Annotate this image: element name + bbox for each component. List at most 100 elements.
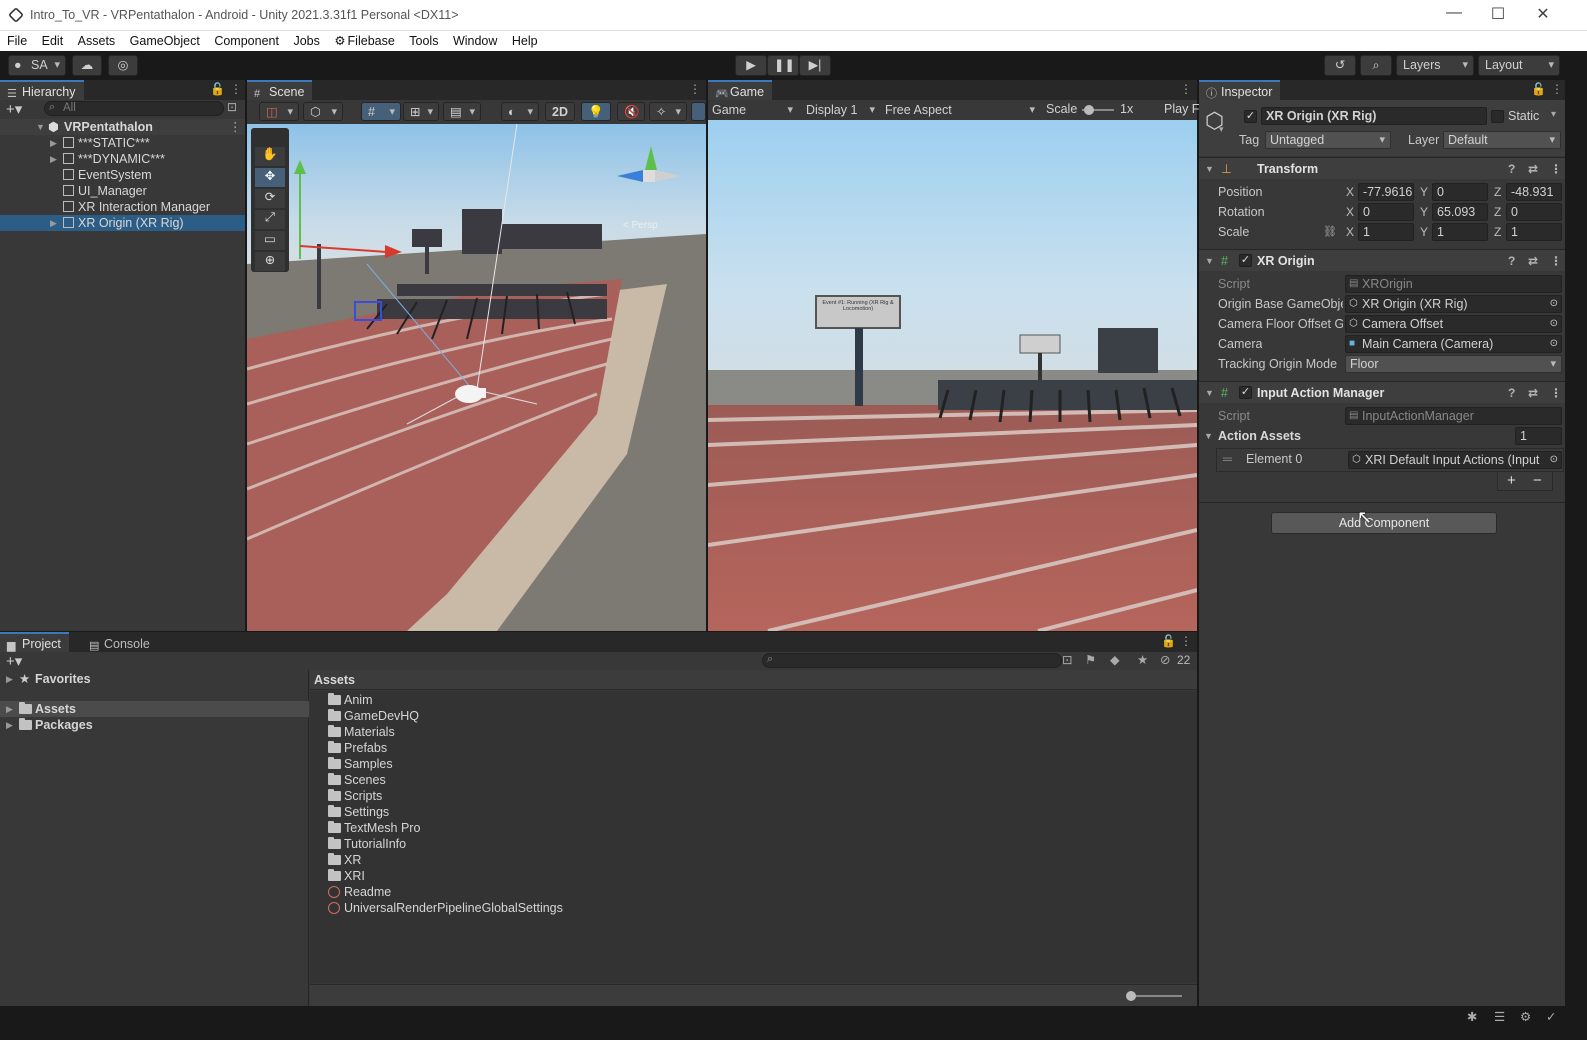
menu-component[interactable]: Component [210, 32, 283, 48]
drag-handle-icon[interactable]: ═ [1223, 452, 1232, 466]
maximize-button[interactable]: ☐ [1478, 4, 1518, 24]
audio-toggle-button[interactable]: 🔇 [617, 102, 645, 121]
array-size-field[interactable]: 1 [1515, 427, 1562, 445]
favorites-row[interactable]: ▶ ★ Favorites [0, 671, 309, 687]
vertex-snap-dropdown[interactable]: ▤ [443, 102, 481, 122]
layout-dropdown[interactable]: Layout [1478, 55, 1560, 76]
hierarchy-search-input[interactable]: ⌕ All [44, 101, 224, 116]
position-z-field[interactable]: -48.931 [1506, 183, 1562, 201]
action-assets-row[interactable]: ▼ Action Assets 1 [1199, 426, 1564, 446]
menu-edit[interactable]: Edit [38, 32, 68, 48]
search-button[interactable]: ⌕ [1360, 55, 1392, 76]
camera-floor-offset-field[interactable]: ⬡ Camera Offset ⊙ [1345, 315, 1562, 333]
play-button[interactable]: ▶ [735, 55, 767, 76]
assets-row-selected[interactable]: ▶ Assets [0, 701, 309, 717]
component-menu-icon[interactable]: ⋮ [1550, 382, 1562, 404]
hierarchy-item-selected[interactable]: ▶ XR Origin (XR Rig) [0, 215, 245, 231]
scale-z-field[interactable]: 1 [1506, 223, 1562, 241]
object-picker-icon[interactable]: ⊙ [1549, 452, 1558, 468]
input-action-manager-header[interactable]: ▼ # ✓ Input Action Manager ? ⇄ ⋮ [1199, 381, 1565, 403]
project-search-input[interactable]: ⌕ [762, 653, 1062, 668]
lighting-toggle-button[interactable]: 💡 [581, 102, 611, 121]
game-viewport[interactable]: Event #1: Running (XR Rig & Locomotion) [708, 120, 1197, 631]
fold-arrow-icon[interactable]: ▼ [1205, 158, 1214, 180]
scale-y-field[interactable]: 1 [1432, 223, 1488, 241]
hand-tool-button[interactable]: ✋ [255, 147, 285, 166]
tab-game[interactable]: 🎮 Game [708, 80, 773, 100]
draw-mode-dropdown[interactable]: ◫ [259, 102, 299, 122]
hierarchy-menu-icon[interactable]: ⋮ [230, 82, 242, 96]
rotate-tool-button[interactable]: ⟳ [255, 189, 285, 208]
breadcrumb-assets[interactable]: Assets [314, 673, 355, 687]
display-dropdown[interactable]: Display 1 [806, 101, 880, 119]
lock-icon[interactable]: 🔓 [210, 82, 225, 96]
component-enabled-checkbox[interactable]: ✓ [1239, 386, 1252, 399]
scene-menu-icon[interactable]: ⋮ [689, 82, 701, 96]
fold-arrow-icon[interactable]: ▼ [1205, 382, 1214, 404]
add-element-icon[interactable]: + [1507, 472, 1516, 489]
collapsed-arrow-icon[interactable]: ▶ [6, 717, 13, 733]
hierarchy-item[interactable]: XR Interaction Manager [0, 199, 245, 215]
debug-icon[interactable]: ✱ [1467, 1009, 1477, 1024]
packages-row[interactable]: ▶ Packages [0, 717, 309, 733]
project-menu-icon[interactable]: ⋮ [1180, 634, 1192, 648]
collab-button[interactable]: ◎ [108, 55, 138, 76]
account-dropdown[interactable]: ● SA [8, 55, 66, 76]
pause-button[interactable]: ❚❚ [767, 55, 799, 76]
static-checkbox[interactable] [1491, 110, 1504, 123]
element-0-field[interactable]: ⬡ XRI Default Input Actions (Input ⊙ [1348, 451, 1562, 469]
persp-label[interactable]: < Persp [623, 220, 658, 231]
presets-icon[interactable]: ⇄ [1528, 250, 1538, 272]
close-button[interactable]: ✕ [1523, 4, 1563, 24]
tab-project[interactable]: ▆ Project [0, 632, 69, 652]
help-icon[interactable]: ? [1508, 382, 1515, 404]
favorite-star-icon[interactable]: ★ [1137, 652, 1148, 667]
tracking-origin-dropdown[interactable]: Floor [1345, 355, 1562, 373]
gizmos-toggle-button[interactable] [691, 102, 706, 121]
constrain-proportions-icon[interactable]: ⛓ [1323, 222, 1337, 242]
scene-root-row[interactable]: ▼ ⬢ VRPentathalon ⋮ [0, 119, 245, 135]
layer-dropdown[interactable]: Default [1443, 131, 1561, 149]
object-picker-icon[interactable]: ⊙ [1550, 316, 1558, 332]
xr-origin-header[interactable]: ▼ # ✓ XR Origin ? ⇄ ⋮ [1199, 249, 1565, 271]
collapsed-arrow-icon[interactable]: ▶ [50, 151, 57, 167]
scale-slider[interactable] [1082, 105, 1114, 115]
menu-tools[interactable]: Tools [405, 32, 442, 48]
menu-jobs[interactable]: Jobs [289, 32, 323, 48]
scale-tool-button[interactable]: ⤢ [255, 210, 285, 229]
expand-arrow-icon[interactable]: ▼ [36, 119, 45, 135]
lock-icon[interactable]: 🔓 [1531, 82, 1546, 96]
object-picker-icon[interactable]: ⊙ [1550, 336, 1558, 352]
step-button[interactable]: ▶| [799, 55, 831, 76]
position-x-field[interactable]: -77.9616 [1358, 183, 1414, 201]
menu-help[interactable]: Help [508, 32, 542, 48]
search-filter-icon[interactable]: ⊡ [227, 100, 237, 114]
transform-tool-button[interactable]: ⊕ [255, 252, 285, 271]
minimize-button[interactable]: — [1434, 4, 1474, 22]
layers-dropdown[interactable]: Layers [1396, 55, 1474, 76]
auto-generate-lighting-icon[interactable]: ✓ [1546, 1009, 1556, 1024]
help-icon[interactable]: ? [1508, 250, 1515, 272]
create-plus-icon[interactable]: +▾ [6, 100, 22, 118]
help-icon[interactable]: ? [1508, 158, 1515, 180]
filter-type-icon[interactable]: ⚑ [1085, 652, 1096, 667]
active-checkbox[interactable]: ✓ [1244, 110, 1257, 123]
collapsed-arrow-icon[interactable]: ▶ [6, 671, 13, 687]
menu-filebase[interactable]: ⚙ Filebase [330, 31, 398, 48]
scene-menu-icon[interactable]: ⋮ [229, 119, 242, 135]
menu-assets[interactable]: Assets [74, 32, 120, 48]
icon-size-slider[interactable] [1126, 991, 1182, 1001]
object-picker-icon[interactable]: ⊙ [1550, 296, 1558, 312]
menu-file[interactable]: File [3, 32, 31, 48]
transform-header[interactable]: ▼ ⊥ Transform ? ⇄ ⋮ [1199, 157, 1565, 179]
progress-icon[interactable]: ⚙ [1520, 1009, 1531, 1024]
component-enabled-checkbox[interactable]: ✓ [1239, 254, 1252, 267]
search-by-type-icon[interactable]: ⊡ [1062, 652, 1072, 667]
camera-field[interactable]: ■ Main Camera (Camera) ⊙ [1345, 335, 1562, 353]
add-component-button[interactable]: Add Component [1271, 512, 1497, 534]
fold-arrow-icon[interactable]: ▼ [1204, 426, 1213, 446]
rotation-y-field[interactable]: 65.093 [1432, 203, 1488, 221]
tab-scene[interactable]: # Scene [247, 80, 313, 100]
component-menu-icon[interactable]: ⋮ [1550, 250, 1562, 272]
effects-dropdown[interactable]: ✧ [649, 102, 687, 122]
